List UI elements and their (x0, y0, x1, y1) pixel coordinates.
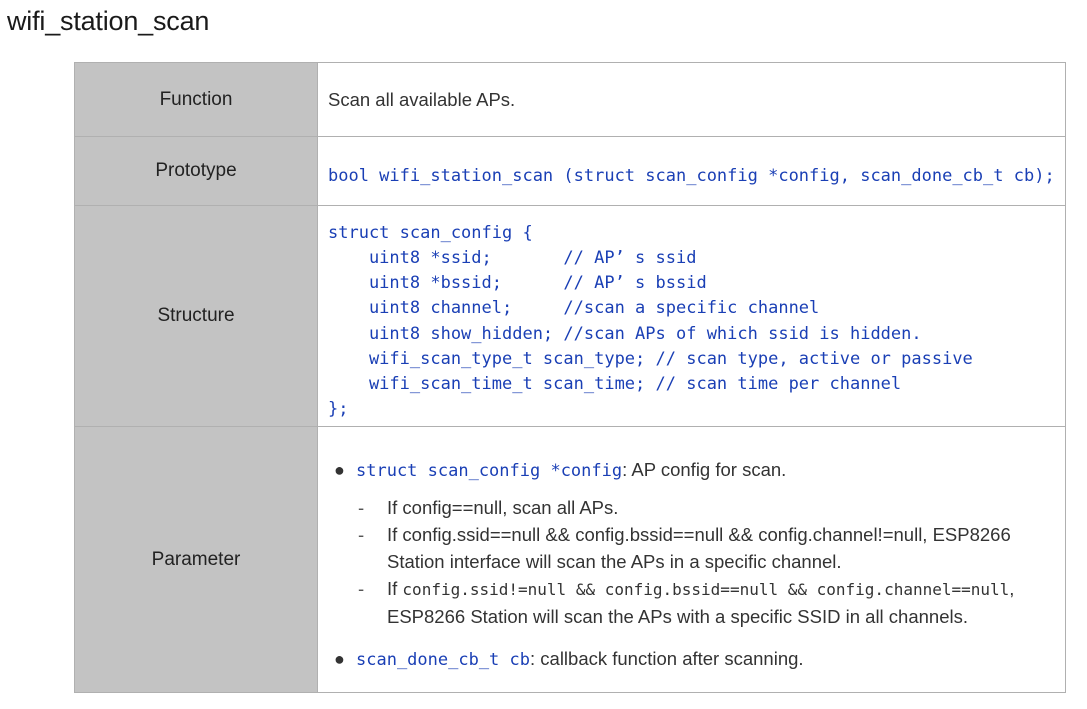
api-table: Function Scan all available APs. Prototy… (74, 62, 1066, 693)
structure-code: struct scan_config { uint8 *ssid; // AP’… (328, 210, 1055, 422)
prototype-value: bool wifi_station_scan (struct scan_conf… (317, 136, 1066, 206)
bullet-dot-icon: ● (334, 648, 345, 669)
prototype-label: Prototype (74, 136, 318, 206)
dash-icon: - (358, 577, 365, 599)
structure-line: struct scan_config { (328, 223, 533, 244)
param-config-sublist: - If config==null, scan all APs. - If conf… (328, 494, 1055, 630)
dash-icon: - (358, 496, 365, 518)
list-item: - If config==null, scan all APs. (328, 494, 1055, 521)
parameter-value: ● struct scan_config *config: AP config f… (317, 426, 1066, 693)
structure-line: wifi_scan_type_t scan_type; // scan type… (328, 348, 973, 369)
dash-icon: - (358, 523, 365, 545)
structure-line: uint8 show_hidden; //scan APs of which s… (328, 323, 922, 344)
param-cb-code: scan_done_cb_t cb (356, 649, 530, 670)
structure-line: uint8 *bssid; // AP’ s bssid (328, 273, 707, 294)
structure-value: struct scan_config { uint8 *ssid; // AP’… (317, 205, 1066, 427)
structure-line: uint8 *ssid; // AP’ s ssid (328, 248, 697, 269)
structure-line: wifi_scan_time_t scan_time; // scan time… (328, 373, 902, 394)
param-bullet-cb: ● scan_done_cb_t cb: callback function af… (328, 646, 1055, 673)
structure-line: }; (328, 398, 349, 419)
bullet-dot-icon: ● (334, 459, 345, 480)
sub-item-prefix: If (387, 577, 403, 599)
parameter-label: Parameter (74, 426, 318, 693)
table-row-function: Function Scan all available APs. (74, 62, 1066, 137)
structure-label: Structure (74, 205, 318, 427)
page-title: wifi_station_scan (7, 6, 210, 36)
structure-line: uint8 channel; //scan a specific channel (328, 298, 820, 319)
table-row-parameter: Parameter ● struct scan_config *config: A… (74, 426, 1066, 693)
sub-item-text: If config.ssid==null && config.bssid==nu… (387, 523, 1011, 572)
function-value: Scan all available APs. (317, 62, 1066, 137)
param-bullet-config: ● struct scan_config *config: AP config f… (328, 457, 1055, 484)
list-item: - If config.ssid!=null && config.bssid==n… (328, 575, 1055, 630)
table-row-prototype: Prototype bool wifi_station_scan (struct… (74, 136, 1066, 206)
param-config-code: struct scan_config *config (356, 460, 623, 481)
param-cb-desc: : callback function after scanning. (530, 647, 804, 669)
function-label: Function (74, 62, 318, 137)
list-item: - If config.ssid==null && config.bssid==n… (328, 521, 1055, 575)
sub-item-text: If config==null, scan all APs. (387, 496, 619, 518)
sub-item-mono: config.ssid!=null && config.bssid==null … (402, 579, 1010, 599)
prototype-code: bool wifi_station_scan (struct scan_conf… (328, 165, 1055, 186)
table-row-structure: Structure struct scan_config { uint8 *ss… (74, 205, 1066, 427)
param-config-desc: : AP config for scan. (622, 458, 787, 480)
